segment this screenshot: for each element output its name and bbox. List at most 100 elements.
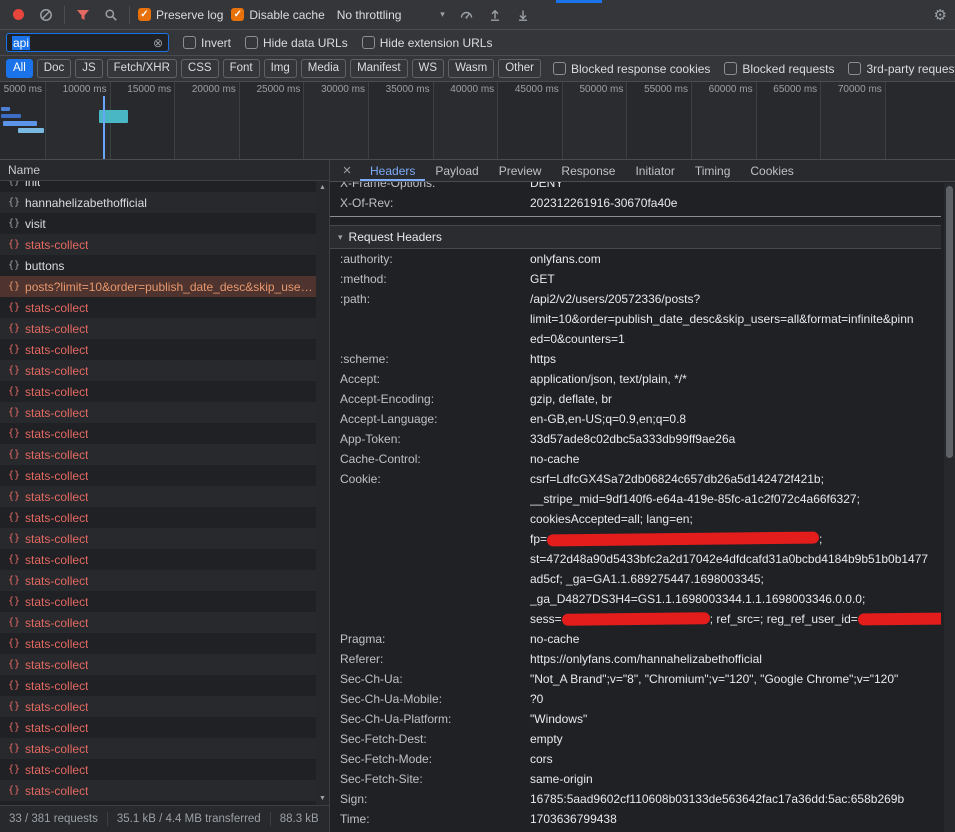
request-row[interactable]: {}stats-collect (0, 738, 329, 759)
request-row[interactable]: {}stats-collect (0, 318, 329, 339)
header-name: X-Frame-Options: (340, 182, 530, 184)
details-scrollbar[interactable] (944, 183, 955, 832)
filter-checkbox-3rd-party-requests[interactable]: 3rd-party requests (848, 62, 955, 76)
request-name-label: stats-collect (25, 238, 88, 252)
header-value: no-cache (530, 449, 941, 469)
type-filter-fetch-xhr[interactable]: Fetch/XHR (107, 59, 177, 78)
request-row[interactable]: {}stats-collect (0, 465, 329, 486)
top-blue-indicator (556, 0, 602, 3)
request-row[interactable]: {}stats-collect (0, 612, 329, 633)
request-name-label: stats-collect (25, 658, 88, 672)
tab-initiator[interactable]: Initiator (625, 160, 684, 181)
request-row[interactable]: {}stats-collect (0, 423, 329, 444)
scroll-down-icon[interactable]: ▼ (319, 795, 326, 802)
request-row[interactable]: {}hannahelizabethofficial (0, 192, 329, 213)
header-value-text: ed=0&counters=1 (530, 332, 625, 346)
request-row[interactable]: {}stats-collect (0, 297, 329, 318)
import-har-button[interactable] (485, 5, 505, 25)
type-filter-other[interactable]: Other (498, 59, 541, 78)
devtools-network-panel: ✓ Preserve log ✓ Disable cache No thrott… (0, 0, 955, 832)
tab-headers[interactable]: Headers (360, 160, 425, 181)
type-filter-wasm[interactable]: Wasm (448, 59, 494, 78)
filter-toggle-button[interactable] (73, 5, 93, 25)
timeline-overview[interactable]: 5000 ms10000 ms15000 ms20000 ms25000 ms3… (0, 82, 955, 160)
type-filter-manifest[interactable]: Manifest (350, 59, 407, 78)
name-column-header[interactable]: Name (0, 160, 329, 181)
header-name: Cookie: (340, 469, 530, 629)
tab-timing[interactable]: Timing (685, 160, 741, 181)
section-request-headers[interactable]: ▾Request Headers (330, 225, 941, 249)
request-row[interactable]: {}stats-collect (0, 339, 329, 360)
type-filter-all[interactable]: All (6, 59, 33, 78)
tab-payload[interactable]: Payload (425, 160, 488, 181)
request-name-label: stats-collect (25, 406, 88, 420)
close-details-icon[interactable]: × (334, 160, 360, 181)
header-row: :authority:onlyfans.com (330, 249, 941, 269)
invert-checkbox[interactable]: Invert (183, 36, 231, 50)
settings-gear-icon[interactable]: ⚙ (934, 6, 947, 24)
type-filter-font[interactable]: Font (223, 59, 260, 78)
request-row[interactable]: {}buttons (0, 255, 329, 276)
details-scrollbar-thumb[interactable] (946, 186, 953, 458)
network-filter-input[interactable]: api ⊗ (6, 33, 169, 52)
tab-response[interactable]: Response (551, 160, 625, 181)
clear-button[interactable] (36, 5, 56, 25)
request-row[interactable]: {}stats-collect (0, 675, 329, 696)
type-filter-doc[interactable]: Doc (37, 59, 71, 78)
preserve-log-checkbox[interactable]: ✓ Preserve log (138, 8, 223, 22)
header-value-line: GET (530, 269, 941, 289)
network-conditions-button[interactable] (457, 5, 477, 25)
header-value-text: /api2/v2/users/20572336/posts? (530, 292, 700, 306)
header-value: same-origin (530, 769, 941, 789)
type-filter-ws[interactable]: WS (412, 59, 445, 78)
request-row[interactable]: {}stats-collect (0, 402, 329, 423)
disable-cache-checkbox[interactable]: ✓ Disable cache (231, 8, 324, 22)
request-row[interactable]: {}init (0, 181, 329, 192)
request-name-label: stats-collect (25, 595, 88, 609)
request-row[interactable]: {}stats-collect (0, 717, 329, 738)
header-value-text: "Windows" (530, 712, 587, 726)
filter-checkbox-blocked-response-cookies[interactable]: Blocked response cookies (553, 62, 710, 76)
header-value: DENY (530, 182, 941, 184)
request-list-scrollbar[interactable]: ▲ ▼ (316, 181, 329, 805)
header-value-text: limit=10&order=publish_date_desc&skip_us… (530, 312, 914, 326)
type-filter-img[interactable]: Img (264, 59, 297, 78)
header-value-line: 1703636799438 (530, 809, 941, 829)
type-filter-js[interactable]: JS (75, 59, 102, 78)
search-button[interactable] (101, 5, 121, 25)
record-button[interactable] (8, 5, 28, 25)
request-row[interactable]: {}stats-collect (0, 696, 329, 717)
request-row[interactable]: {}stats-collect (0, 486, 329, 507)
tab-preview[interactable]: Preview (489, 160, 552, 181)
request-row[interactable]: {}stats-collect (0, 381, 329, 402)
request-row[interactable]: {}stats-collect (0, 780, 329, 801)
hide-extension-urls-checkbox[interactable]: Hide extension URLs (362, 36, 493, 50)
throttling-select[interactable]: No throttling ▾ (333, 8, 449, 22)
request-row[interactable]: {}stats-collect (0, 591, 329, 612)
request-row[interactable]: {}stats-collect (0, 528, 329, 549)
hide-data-urls-checkbox[interactable]: Hide data URLs (245, 36, 348, 50)
request-row[interactable]: {}stats-collect (0, 549, 329, 570)
request-row[interactable]: {}stats-collect (0, 570, 329, 591)
request-row[interactable]: {}stats-collect (0, 759, 329, 780)
filter-checkbox-blocked-requests[interactable]: Blocked requests (724, 62, 834, 76)
request-row[interactable]: {}stats-collect (0, 507, 329, 528)
summary-item: 35.1 kB / 4.4 MB transferred (108, 813, 270, 825)
type-filter-css[interactable]: CSS (181, 59, 219, 78)
request-row[interactable]: {}stats-collect (0, 633, 329, 654)
network-filter-bar: api ⊗ Invert Hide data URLs Hide extensi… (0, 30, 955, 56)
request-row[interactable]: {}stats-collect (0, 234, 329, 255)
header-row: Cookie:csrf=LdfcGX4Sa72db06824c657db26a5… (330, 469, 941, 629)
tab-cookies[interactable]: Cookies (740, 160, 803, 181)
header-value-line: application/json, text/plain, */* (530, 369, 941, 389)
checkbox-unchecked-icon (183, 36, 196, 49)
clear-filter-icon[interactable]: ⊗ (153, 37, 163, 49)
request-row[interactable]: {}stats-collect (0, 360, 329, 381)
export-har-button[interactable] (513, 5, 533, 25)
type-filter-media[interactable]: Media (301, 59, 346, 78)
request-row[interactable]: {}stats-collect (0, 654, 329, 675)
request-row[interactable]: {}visit (0, 213, 329, 234)
request-row[interactable]: {}stats-collect (0, 444, 329, 465)
scroll-up-icon[interactable]: ▲ (319, 184, 326, 191)
request-row[interactable]: {}posts?limit=10&order=publish_date_desc… (0, 276, 329, 297)
